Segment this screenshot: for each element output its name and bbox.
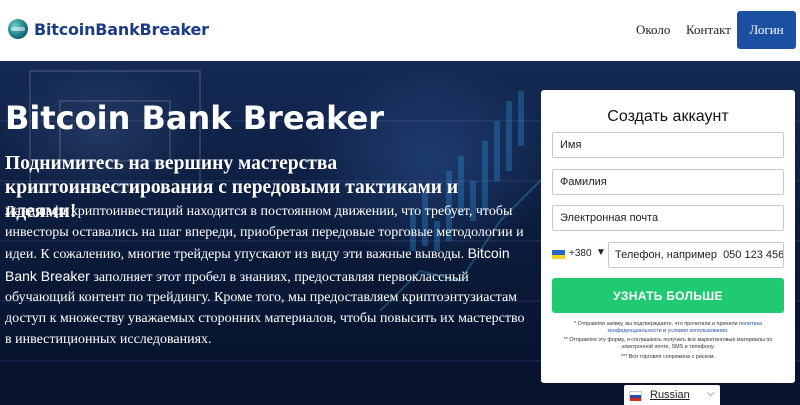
- language-selector[interactable]: Russian ⌵: [624, 385, 720, 405]
- chevron-down-icon[interactable]: ▼: [596, 247, 606, 258]
- submit-button[interactable]: УЗНАТЬ БОЛЬШЕ: [552, 278, 784, 313]
- russia-flag-icon: [629, 391, 642, 401]
- disclaimer-terms-prefix: * Отправляя заявку, вы подтверждаете, чт…: [574, 321, 740, 327]
- hero-title: Bitcoin Bank Breaker: [5, 99, 385, 137]
- disclaimer-risk: *** Вся торговля сопряжена с риском.: [620, 354, 716, 360]
- nav-link-contact[interactable]: Контакт: [686, 22, 731, 38]
- last-name-field[interactable]: [552, 169, 784, 195]
- site-header: BitcoinBankBreaker Около Контакт Логин: [0, 0, 800, 61]
- logo-text: BitcoinBankBreaker: [34, 19, 209, 39]
- form-title: Создать аккаунт: [607, 108, 729, 125]
- hero-description-part1: Ландшафт криптоинвестиций находится в по…: [5, 204, 524, 263]
- globe-logo-icon: [8, 19, 28, 39]
- email-field[interactable]: [552, 205, 784, 231]
- language-label: Russian: [650, 389, 690, 401]
- terms-of-use-link[interactable]: условия использования: [668, 328, 727, 334]
- ukraine-flag-icon[interactable]: [552, 250, 565, 259]
- phone-row: +380 ▼: [552, 242, 784, 268]
- chevron-down-icon: ⌵: [707, 388, 715, 399]
- signup-form-card: Создать аккаунт +380 ▼ УЗНАТЬ БОЛЬШЕ * О…: [541, 90, 795, 383]
- first-name-field[interactable]: [552, 132, 784, 158]
- login-button[interactable]: Логин: [737, 11, 796, 49]
- disclaimer-terms: * Отправляя заявку, вы подтверждаете, чт…: [551, 321, 785, 335]
- nav-link-about[interactable]: Около: [636, 22, 670, 38]
- phone-field[interactable]: [608, 242, 784, 268]
- country-code-selector[interactable]: +380: [569, 248, 592, 259]
- disclaimer-marketing: ** Отправляя эту форму, я соглашаюсь пол…: [563, 337, 773, 351]
- hero-description: Ландшафт криптоинвестиций находится в по…: [5, 202, 533, 350]
- logo[interactable]: BitcoinBankBreaker: [8, 19, 209, 39]
- disclaimer-terms-suffix: .: [727, 328, 729, 335]
